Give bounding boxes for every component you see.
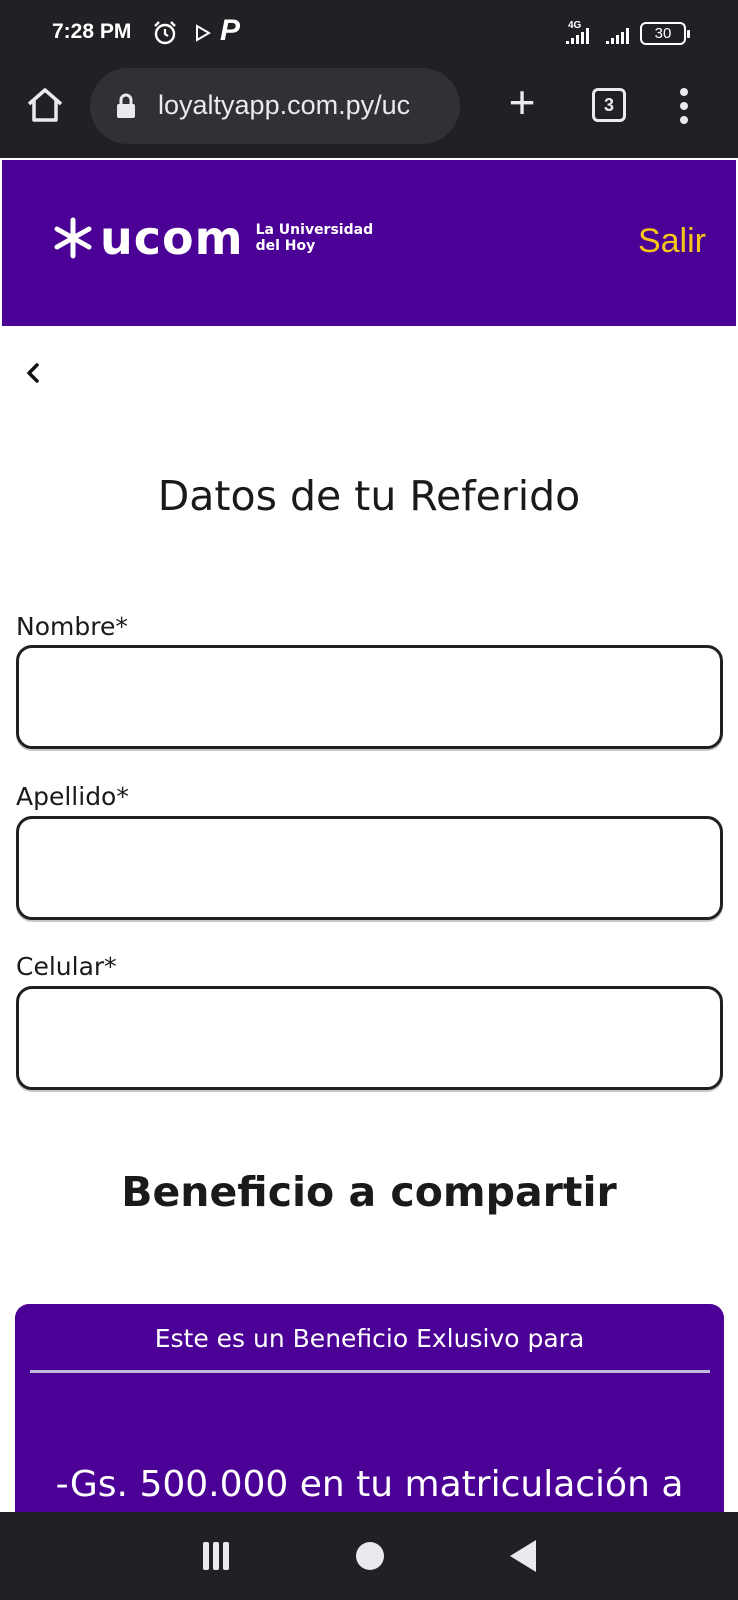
status-bar: 7:28 PM P 4G 30 bbox=[0, 0, 738, 66]
url-text: loyaltyapp.com.py/uc bbox=[158, 90, 411, 120]
more-vert-icon[interactable] bbox=[672, 84, 696, 128]
home-icon[interactable] bbox=[24, 84, 66, 126]
play-icon bbox=[196, 24, 211, 42]
benefit-section-title: Beneficio a compartir bbox=[121, 1168, 617, 1216]
benefit-card-header: Este es un Beneficio Exlusivo para bbox=[154, 1324, 585, 1353]
nombre-label: Nombre* bbox=[16, 612, 128, 641]
tabs-icon[interactable]: 3 bbox=[592, 88, 626, 122]
alarm-icon bbox=[154, 21, 176, 45]
ucom-logo[interactable]: ucom La Universidad del Hoy bbox=[52, 208, 373, 268]
parking-icon: P bbox=[220, 14, 241, 47]
lock-icon bbox=[117, 93, 135, 118]
home-circle-icon[interactable] bbox=[356, 1542, 384, 1570]
tagline-line1: La Universidad bbox=[255, 222, 374, 238]
page-title: Datos de tu Referido bbox=[157, 472, 581, 520]
celular-input[interactable] bbox=[16, 986, 723, 1090]
benefit-divider bbox=[30, 1370, 710, 1373]
plus-icon[interactable]: + bbox=[500, 79, 544, 126]
apellido-label: Apellido* bbox=[16, 782, 129, 811]
brand-tagline: La Universidad del Hoy bbox=[256, 222, 374, 254]
status-time: 7:28 PM bbox=[52, 20, 132, 43]
signal-icon bbox=[566, 28, 589, 44]
nombre-input[interactable] bbox=[16, 645, 723, 749]
back-triangle-icon[interactable] bbox=[510, 1540, 536, 1572]
brand-name: ucom bbox=[100, 211, 244, 265]
system-nav-bar bbox=[0, 1512, 738, 1600]
apellido-input[interactable] bbox=[16, 816, 723, 920]
url-bar[interactable]: loyaltyapp.com.py/uc bbox=[90, 68, 460, 144]
logout-link[interactable]: Salir bbox=[638, 222, 706, 261]
battery-icon: 30 bbox=[640, 22, 690, 45]
benefit-card-text: -Gs. 500.000 en tu matriculación a bbox=[55, 1464, 684, 1505]
signal-icon bbox=[606, 28, 629, 44]
app-header: ucom La Universidad del Hoy Salir bbox=[2, 160, 736, 326]
benefit-card[interactable]: Este es un Beneficio Exlusivo para -Gs. … bbox=[15, 1304, 724, 1514]
recent-apps-icon[interactable] bbox=[203, 1542, 229, 1570]
tagline-line2: del Hoy bbox=[255, 238, 316, 254]
celular-label: Celular* bbox=[16, 952, 117, 981]
chevron-left-icon[interactable] bbox=[20, 360, 46, 386]
browser-toolbar: loyaltyapp.com.py/uc + 3 bbox=[0, 66, 738, 158]
asterisk-logo-icon bbox=[54, 217, 92, 259]
